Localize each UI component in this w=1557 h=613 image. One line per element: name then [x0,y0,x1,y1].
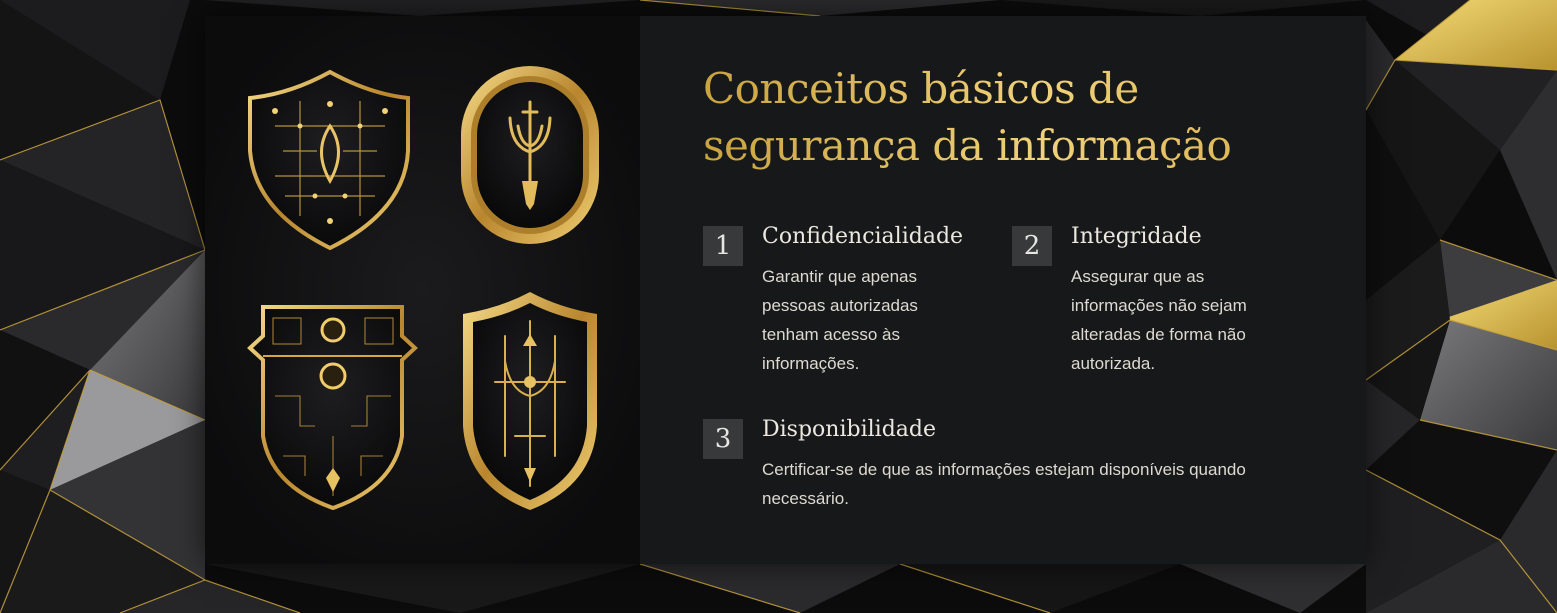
number-badge: 1 [703,226,743,266]
slide-card: Conceitos básicos de segurança da inform… [205,16,1366,564]
concept-title: Confidencialidade [762,224,964,249]
slide-stage: Conceitos básicos de segurança da inform… [0,0,1557,613]
shield-trident-icon [463,292,597,510]
concept-description: Certificar-se de que as informações este… [762,460,1246,508]
concept-title: Integridade [1071,224,1202,249]
oval-trident-emblem-icon [461,66,599,244]
slide-title: Conceitos básicos de segurança da inform… [703,60,1323,174]
illustration [247,66,599,511]
concept-description: Garantir que apenas pessoas autorizadas … [762,267,918,373]
illustration-panel [205,16,640,564]
concept-title: Disponibilidade [762,417,936,442]
shield-circuit-icon [248,69,410,251]
circuit-crest-icon [247,305,418,511]
concept-description: Assegurar que as informações não sejam a… [1071,267,1247,373]
number-badge: 3 [703,419,743,459]
content-panel: Conceitos básicos de segurança da inform… [640,16,1366,564]
number-badge: 2 [1012,226,1052,266]
